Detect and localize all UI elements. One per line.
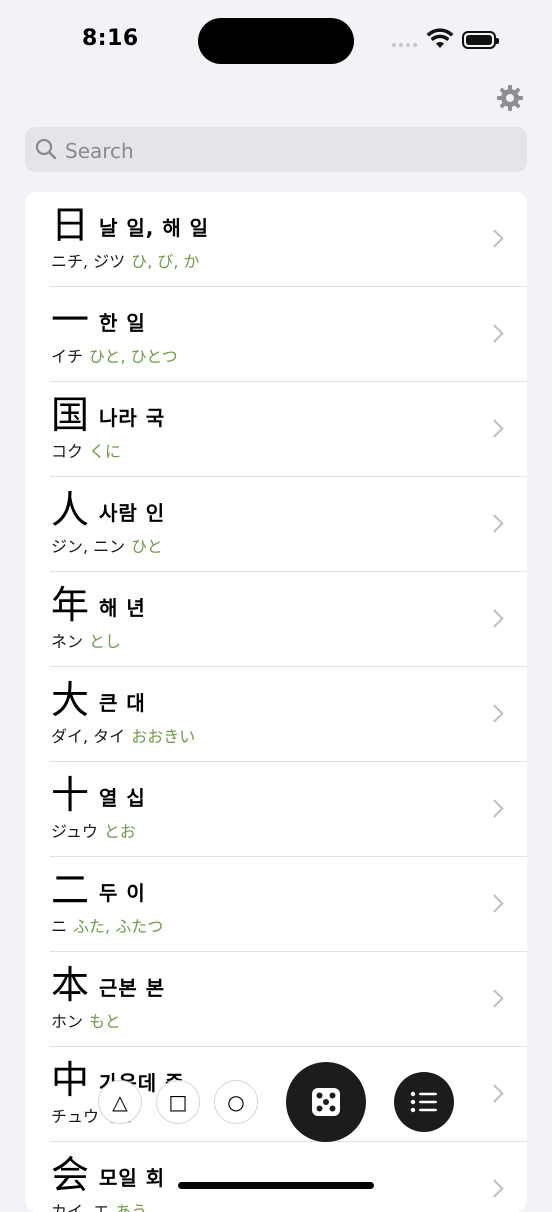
- status-time: 8:16: [82, 26, 139, 51]
- circle-filter-button[interactable]: ○: [214, 1080, 258, 1124]
- readings: ホン もと: [51, 1008, 121, 1032]
- chevron-right-icon: [485, 229, 504, 248]
- kun-reading: ひと: [131, 537, 163, 556]
- readings: カイ, エあう: [51, 1198, 147, 1212]
- list-item[interactable]: 本 근본 본 ホン もと: [25, 952, 527, 1047]
- on-reading: ニ: [51, 917, 68, 936]
- chevron-right-icon: [485, 1084, 504, 1103]
- chevron-right-icon: [485, 894, 504, 913]
- square-filter-button[interactable]: □: [156, 1080, 200, 1124]
- korean-meaning: 열 십: [99, 786, 146, 810]
- on-reading: ジン, ニン: [51, 537, 126, 556]
- list-item[interactable]: 二 두 이 ニふた, ふたつ: [25, 857, 527, 952]
- chevron-right-icon: [485, 989, 504, 1008]
- on-reading: ダイ, タイ: [51, 727, 126, 746]
- list-item[interactable]: 一 한 일 イチ ひと, ひとつ: [25, 287, 527, 382]
- random-dice-button[interactable]: [286, 1062, 366, 1142]
- chevron-right-icon: [485, 609, 504, 628]
- kanji-character: 二: [51, 868, 90, 912]
- kanji-character: 中: [51, 1058, 90, 1102]
- chevron-right-icon: [485, 324, 504, 343]
- kun-reading: もと: [89, 1012, 121, 1031]
- readings: イチ ひと, ひとつ: [51, 343, 178, 367]
- list-item[interactable]: 国 나라 국 コク くに: [25, 382, 527, 477]
- kun-reading: おおきい: [131, 727, 196, 746]
- list-item[interactable]: 年 해 년 ネン とし: [25, 572, 527, 667]
- search-icon: [35, 138, 57, 160]
- readings: ネン とし: [51, 628, 121, 652]
- circle-icon: ○: [227, 1090, 245, 1114]
- on-reading: ホン: [51, 1012, 84, 1031]
- korean-meaning: 날 일, 해 일: [99, 216, 210, 240]
- readings: ニふた, ふたつ: [51, 913, 163, 937]
- list-item[interactable]: 十 열 십 ジュウ とお: [25, 762, 527, 857]
- chevron-right-icon: [485, 799, 504, 818]
- readings: コク くに: [51, 438, 121, 462]
- kanji-character: 国: [51, 393, 90, 437]
- triangle-filter-button[interactable]: △: [98, 1080, 142, 1124]
- readings: ニチ, ジツ ひ, び, か: [51, 248, 200, 272]
- list-item[interactable]: 人 사람 인 ジン, ニン ひと: [25, 477, 527, 572]
- on-reading: ニチ, ジツ: [51, 252, 126, 271]
- kanji-character: 日: [51, 203, 90, 247]
- korean-meaning: 두 이: [99, 881, 146, 905]
- triangle-icon: △: [112, 1090, 128, 1114]
- list-item[interactable]: 会 모일 회 カイ, エあう: [25, 1142, 527, 1212]
- kanji-character: 一: [51, 298, 90, 342]
- korean-meaning: 근본 본: [99, 976, 166, 1000]
- list-item[interactable]: 日 날 일, 해 일 ニチ, ジツ ひ, び, か: [25, 192, 527, 287]
- chevron-right-icon: [485, 1179, 504, 1198]
- chevron-right-icon: [485, 419, 504, 438]
- kanji-list: 日 날 일, 해 일 ニチ, ジツ ひ, び, か 一 한 일 イチ ひと, ひとつ…: [25, 192, 527, 1212]
- on-reading: ジュウ: [51, 822, 98, 841]
- kun-reading: ふた, ふたつ: [73, 917, 164, 936]
- list-icon: [410, 1091, 437, 1113]
- status-bar: 8:16: [0, 0, 552, 80]
- cellular-signal-icon: [392, 43, 420, 49]
- korean-meaning: 한 일: [99, 311, 146, 335]
- search-bar[interactable]: Search: [25, 127, 527, 172]
- readings: ジン, ニン ひと: [51, 533, 163, 557]
- korean-meaning: 사람 인: [99, 501, 166, 525]
- korean-meaning: 큰 대: [99, 691, 146, 715]
- dynamic-island: [198, 18, 354, 64]
- dice-icon: [312, 1088, 340, 1116]
- on-reading: チュウ: [51, 1107, 100, 1126]
- gear-icon[interactable]: [496, 84, 524, 112]
- readings: ダイ, タイ おおきい: [51, 723, 195, 747]
- kun-reading: くに: [89, 442, 122, 461]
- kanji-character: 本: [51, 963, 90, 1007]
- kanji-character: 会: [51, 1153, 90, 1197]
- kun-reading: あう: [115, 1202, 148, 1212]
- on-reading: カイ, エ: [51, 1202, 110, 1212]
- wifi-icon: [426, 28, 454, 48]
- kun-reading: とお: [103, 822, 136, 841]
- readings: ジュウ とお: [51, 818, 136, 842]
- kanji-character: 人: [51, 488, 90, 532]
- kanji-character: 大: [51, 678, 90, 722]
- search-input[interactable]: Search: [65, 139, 134, 163]
- on-reading: イチ: [51, 347, 84, 366]
- square-icon: □: [168, 1090, 188, 1114]
- kun-reading: とし: [89, 632, 122, 651]
- home-indicator[interactable]: [178, 1182, 374, 1189]
- chevron-right-icon: [485, 514, 504, 533]
- korean-meaning: 나라 국: [99, 406, 166, 430]
- on-reading: コク: [51, 442, 84, 461]
- korean-meaning: 해 년: [99, 596, 146, 620]
- chevron-right-icon: [485, 704, 504, 723]
- list-item[interactable]: 大 큰 대 ダイ, タイ おおきい: [25, 667, 527, 762]
- korean-meaning: 모일 회: [99, 1166, 166, 1190]
- kun-reading: ひ, び, か: [131, 252, 200, 271]
- battery-icon: [462, 31, 499, 49]
- kanji-character: 年: [51, 583, 90, 627]
- on-reading: ネン: [51, 632, 84, 651]
- kun-reading: ひと, ひとつ: [89, 347, 178, 366]
- kanji-character: 十: [51, 773, 90, 817]
- list-view-button[interactable]: [394, 1072, 454, 1132]
